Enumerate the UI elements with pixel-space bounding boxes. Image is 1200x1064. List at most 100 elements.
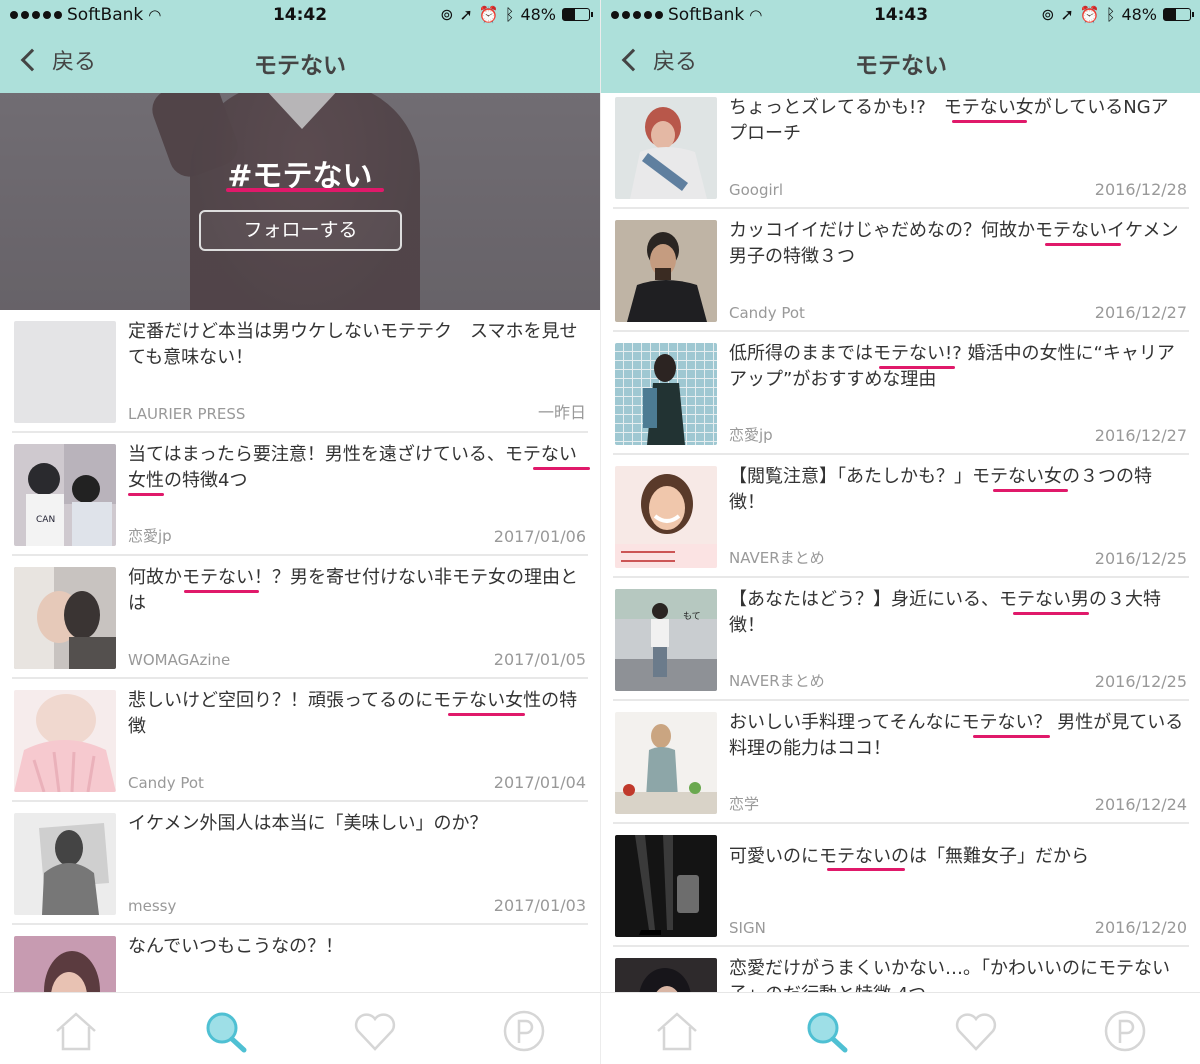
list-item[interactable]: ちょっとズレてるかも!? モテない女がしているNGアプローチ Googirl 2… <box>613 86 1189 209</box>
battery-percent: 48% <box>1121 5 1157 24</box>
page-title: モテない <box>855 53 947 79</box>
tab-home[interactable] <box>51 1009 101 1053</box>
rotation-lock-icon: ⊚ <box>440 5 454 24</box>
bluetooth-icon: ᛒ <box>504 5 515 24</box>
article-title: なんでいつもこうなの？！ <box>128 936 344 957</box>
svg-text:CAN: CAN <box>36 515 55 525</box>
heart-icon <box>955 1013 997 1051</box>
heart-icon <box>354 1013 396 1051</box>
status-bar: SoftBank ◠ 14:43 ⊚ ➚ ⏰ ᛒ 48% <box>601 0 1200 32</box>
keyword-underline <box>973 735 1050 738</box>
keyword-underline <box>827 868 905 871</box>
keyword-underline <box>184 590 259 593</box>
list-item[interactable]: カッコイイだけじゃだめなの？何故かモテないイケメン男子の特徴３つ Candy P… <box>613 209 1189 332</box>
tab-profile[interactable] <box>499 1009 549 1053</box>
article-source: Candy Pot <box>729 304 805 322</box>
article-thumbnail <box>615 220 717 322</box>
article-source: 恋愛jp <box>729 426 773 444</box>
list-item[interactable]: 低所得のままではモテない!? 婚活中の女性に“キャリアアップ”がおすすめな理由 … <box>613 332 1189 455</box>
location-icon: ➚ <box>459 5 473 24</box>
alarm-icon: ⏰ <box>1079 5 1100 24</box>
article-title: 可愛いのにモテないのは「無難女子」だから <box>729 846 1089 867</box>
article-thumbnail <box>615 97 717 199</box>
left-screen: SoftBank ◠ 14:42 ⊚ ➚ ⏰ ᛒ 48% 戻る モテない #モテ… <box>0 0 600 1064</box>
article-title: 定番だけど本当は男ウケしないモテテク スマホを見せても意味ない！ <box>128 321 578 368</box>
header: SoftBank ◠ 14:42 ⊚ ➚ ⏰ ᛒ 48% 戻る モテない <box>0 0 600 93</box>
article-date: 一昨日 <box>537 403 586 422</box>
tab-search[interactable] <box>200 1009 250 1053</box>
status-bar: SoftBank ◠ 14:42 ⊚ ➚ ⏰ ᛒ 48% <box>0 0 600 32</box>
article-thumbnail <box>615 835 717 937</box>
article-date: 2016/12/25 <box>1094 672 1187 691</box>
article-title: イケメン外国人は本当に「美味しい」のか？ <box>128 813 488 834</box>
page-title: モテない <box>254 53 346 79</box>
right-screen: SoftBank ◠ 14:43 ⊚ ➚ ⏰ ᛒ 48% 戻る モテない ちょっ… <box>600 0 1200 1064</box>
article-date: 2016/12/20 <box>1094 918 1187 937</box>
home-icon <box>657 1012 697 1051</box>
navigation-bar: 戻る モテない <box>0 32 600 93</box>
keyword-underline <box>993 489 1068 492</box>
article-title: 【あなたはどう？】身近にいる、モテない男の３大特徴！ <box>729 589 1161 636</box>
article-title: 低所得のままではモテない!? 婚活中の女性に“キャリアアップ”がおすすめな理由 <box>729 343 1175 390</box>
follow-button[interactable]: フォローする <box>199 210 402 251</box>
article-date: 2016/12/24 <box>1094 795 1187 814</box>
tag-hero: #モテない フォローする <box>0 93 600 310</box>
article-date: 2017/01/04 <box>493 773 586 792</box>
list-item[interactable]: 何故かモテない！？男を寄せ付けない非モテ女の理由とは WOMAGAzine 20… <box>12 556 588 679</box>
list-item[interactable]: おいしい手料理ってそんなにモテない？ 男性が見ている料理の能力はココ！ 恋学 2… <box>613 701 1189 824</box>
article-date: 2016/12/25 <box>1094 549 1187 568</box>
article-date: 2016/12/27 <box>1094 426 1187 445</box>
article-source: messy <box>128 897 177 915</box>
tab-bar <box>601 992 1200 1064</box>
tab-favorite[interactable] <box>951 1009 1001 1053</box>
article-thumbnail <box>14 321 116 423</box>
article-date: 2016/12/27 <box>1094 303 1187 322</box>
list-item[interactable]: もて 【あなたはどう？】身近にいる、モテない男の３大特徴！ NAVERまとめ 2… <box>613 578 1189 701</box>
article-source: Candy Pot <box>128 774 204 792</box>
article-thumbnail <box>615 466 717 568</box>
list-item[interactable]: CAN 当てはまったら要注意！男性を遠ざけている、モテない女性の特徴4つ 恋愛j… <box>12 433 590 556</box>
list-item[interactable]: 定番だけど本当は男ウケしないモテテク スマホを見せても意味ない！ LAURIER… <box>12 310 588 433</box>
article-thumbnail <box>615 343 717 445</box>
list-item[interactable]: 【閲覧注意】「あたしかも？」モテない女の３つの特徴！ NAVERまとめ 2016… <box>613 455 1189 578</box>
bluetooth-icon: ᛒ <box>1105 5 1116 24</box>
keyword-underline <box>952 120 1027 123</box>
alarm-icon: ⏰ <box>478 5 499 24</box>
article-thumbnail: CAN <box>14 444 116 546</box>
tab-favorite[interactable] <box>350 1009 400 1053</box>
article-source: 恋学 <box>729 795 760 813</box>
list-item[interactable]: 悲しいけど空回り？！頑張ってるのにモテない女性の特徴 Candy Pot 201… <box>12 679 588 802</box>
rotation-lock-icon: ⊚ <box>1041 5 1055 24</box>
list-item[interactable]: イケメン外国人は本当に「美味しい」のか？ messy 2017/01/03 <box>12 802 588 925</box>
tab-search[interactable] <box>801 1009 851 1053</box>
article-list: 定番だけど本当は男ウケしないモテテク スマホを見せても意味ない！ LAURIER… <box>0 310 600 1048</box>
article-source: NAVERまとめ <box>729 672 825 690</box>
article-source: SIGN <box>729 919 766 937</box>
battery-icon <box>1163 8 1194 21</box>
p-icon <box>503 1010 545 1052</box>
battery-icon <box>562 8 593 21</box>
keyword-underline <box>1045 243 1121 246</box>
hashtag-underline <box>226 188 384 192</box>
list-item[interactable]: 可愛いのにモテないのは「無難女子」だから SIGN 2016/12/20 <box>613 824 1189 947</box>
search-icon <box>807 1012 848 1053</box>
keyword-underline <box>1013 612 1089 615</box>
article-date: 2017/01/06 <box>493 527 586 546</box>
keyword-underline <box>128 493 164 496</box>
svg-text:もて: もて <box>683 611 701 622</box>
keyword-underline <box>448 713 525 716</box>
article-source: Googirl <box>729 181 784 199</box>
tab-profile[interactable] <box>1100 1009 1150 1053</box>
article-date: 2017/01/05 <box>493 650 586 669</box>
article-list: ちょっとズレてるかも!? モテない女がしているNGアプローチ Googirl 2… <box>601 86 1200 1064</box>
article-title: 【閲覧注意】「あたしかも？」モテない女の３つの特徴！ <box>729 466 1152 513</box>
tab-home[interactable] <box>652 1009 702 1053</box>
article-date: 2017/01/03 <box>493 896 586 915</box>
home-icon <box>56 1012 96 1051</box>
p-icon <box>1104 1010 1146 1052</box>
article-thumbnail <box>14 813 116 915</box>
keyword-underline <box>533 467 590 470</box>
article-date: 2016/12/28 <box>1094 180 1187 199</box>
tab-bar <box>0 992 600 1064</box>
article-source: WOMAGAzine <box>128 651 231 669</box>
